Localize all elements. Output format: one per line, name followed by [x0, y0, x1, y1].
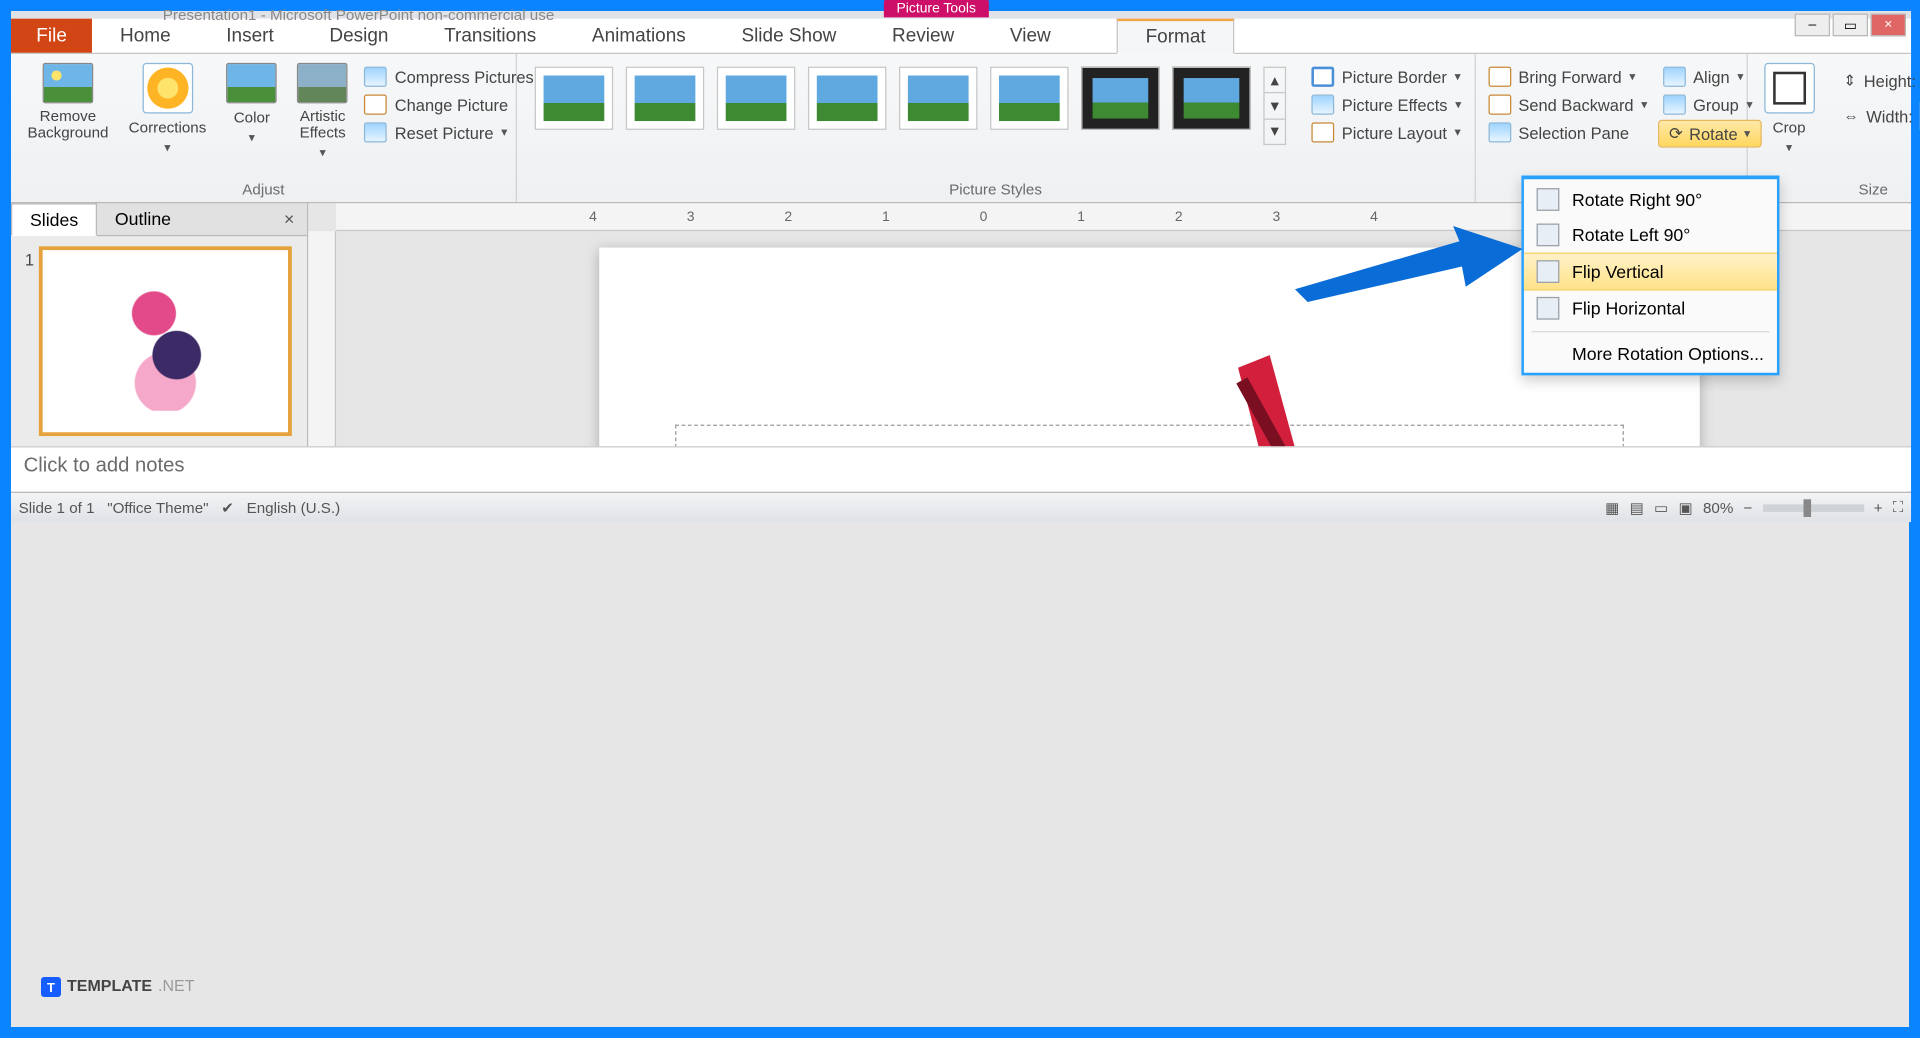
align-button[interactable]: Align▾ [1658, 64, 1762, 89]
rotate-right-90-item[interactable]: Rotate Right 90° [1524, 182, 1777, 217]
style-thumb[interactable] [899, 67, 977, 130]
more-rotation-options-item[interactable]: More Rotation Options... [1524, 337, 1777, 370]
style-thumb[interactable] [1081, 67, 1159, 130]
fit-to-window-button[interactable]: ⛶ [1893, 498, 1904, 517]
tab-insert[interactable]: Insert [198, 19, 301, 53]
view-slideshow-button[interactable]: ▣ [1679, 499, 1693, 517]
group-label-styles: Picture Styles [525, 178, 1467, 202]
flip-horizontal-item[interactable]: Flip Horizontal [1524, 291, 1777, 326]
callout-arrow [1295, 226, 1523, 302]
color-button[interactable]: Color▾ [218, 59, 286, 164]
status-theme: "Office Theme" [107, 499, 208, 517]
rotate-icon: ⟳ [1669, 124, 1683, 144]
tab-view[interactable]: View [982, 19, 1078, 53]
rotate-left-icon [1537, 224, 1560, 247]
slide-thumbnail-1[interactable]: 1 [39, 246, 292, 436]
panel-close-button[interactable]: × [271, 203, 307, 235]
gallery-down-button[interactable]: ▾ [1265, 94, 1285, 120]
thumbnail-image [108, 272, 222, 411]
selection-pane-button[interactable]: Selection Pane [1483, 120, 1653, 145]
flip-vertical-item[interactable]: Flip Vertical [1524, 253, 1777, 291]
zoom-level[interactable]: 80% [1703, 499, 1733, 517]
group-label-adjust: Adjust [19, 178, 509, 202]
vertical-ruler [308, 231, 336, 446]
tab-transitions[interactable]: Transitions [416, 19, 564, 53]
group-button[interactable]: Group▾ [1658, 92, 1762, 117]
style-thumb[interactable] [535, 67, 613, 130]
flip-horizontal-icon [1537, 297, 1560, 320]
tab-design[interactable]: Design [302, 19, 417, 53]
close-button[interactable]: × [1871, 14, 1906, 37]
window-controls: – ▭ × [1795, 14, 1906, 37]
tab-file[interactable]: File [11, 19, 92, 53]
zoom-out-button[interactable]: − [1743, 499, 1752, 517]
send-backward-button[interactable]: Send Backward▾ [1483, 92, 1653, 117]
rotate-right-icon [1537, 188, 1560, 211]
style-thumb[interactable] [1172, 67, 1250, 130]
artistic-effects-button[interactable]: Artistic Effects▾ [289, 59, 357, 164]
slides-panel: Slides Outline × 1 [11, 203, 308, 446]
menu-separator [1532, 331, 1770, 332]
tab-review[interactable]: Review [864, 19, 982, 53]
style-thumb[interactable] [626, 67, 704, 130]
flip-vertical-icon [1537, 260, 1560, 283]
style-thumb[interactable] [990, 67, 1068, 130]
rotate-button[interactable]: ⟳Rotate▾ [1658, 120, 1762, 148]
ribbon-tabs: Presentation1 - Microsoft PowerPoint non… [11, 19, 1911, 54]
bring-forward-button[interactable]: Bring Forward▾ [1483, 64, 1653, 89]
style-thumb[interactable] [717, 67, 795, 130]
view-normal-button[interactable]: ▦ [1605, 499, 1619, 517]
tab-home[interactable]: Home [92, 19, 198, 53]
contextual-tab-label: Picture Tools [884, 0, 989, 17]
rotate-left-90-item[interactable]: Rotate Left 90° [1524, 217, 1777, 252]
watermark-icon: T [41, 977, 61, 997]
watermark: T TEMPLATE.NET [41, 977, 194, 997]
compress-pictures-button[interactable]: Compress Pictures [359, 64, 538, 89]
gallery-more-button[interactable]: ▾ [1265, 119, 1285, 143]
status-slide-count: Slide 1 of 1 [19, 499, 95, 517]
change-picture-button[interactable]: Change Picture [359, 92, 538, 117]
tab-slideshow[interactable]: Slide Show [714, 19, 865, 53]
minimize-button[interactable]: – [1795, 14, 1830, 37]
picture-border-button[interactable]: Picture Border▾ [1306, 64, 1466, 89]
outline-tab[interactable]: Outline [97, 203, 189, 235]
picture-effects-button[interactable]: Picture Effects▾ [1306, 92, 1466, 117]
gallery-up-button[interactable]: ▴ [1265, 68, 1285, 94]
inserted-picture[interactable] [1017, 342, 1472, 446]
zoom-slider[interactable] [1762, 504, 1863, 512]
view-sorter-button[interactable]: ▤ [1630, 499, 1644, 517]
remove-background-button[interactable]: Remove Background [19, 59, 118, 164]
slides-tab[interactable]: Slides [11, 203, 97, 236]
reset-picture-button[interactable]: Reset Picture▾ [359, 120, 538, 145]
height-field[interactable]: ⇕Height:▴▾ [1843, 67, 1920, 95]
restore-button[interactable]: ▭ [1833, 14, 1868, 37]
tab-animations[interactable]: Animations [564, 19, 714, 53]
spellcheck-icon[interactable]: ✔ [221, 499, 234, 517]
status-bar: Slide 1 of 1 "Office Theme" ✔ English (U… [11, 492, 1911, 522]
view-reading-button[interactable]: ▭ [1654, 499, 1668, 517]
crop-button[interactable]: Crop▾ [1755, 59, 1823, 159]
picture-styles-gallery[interactable]: ▴▾▾ [525, 59, 1297, 145]
notes-pane[interactable]: Click to add notes [11, 446, 1911, 492]
rotate-menu: Rotate Right 90° Rotate Left 90° Flip Ve… [1521, 175, 1779, 375]
corrections-button[interactable]: Corrections▾ [120, 59, 215, 164]
slide-number: 1 [25, 250, 34, 269]
window-title: Presentation1 - Microsoft PowerPoint non… [163, 6, 554, 24]
width-field[interactable]: ⇔Width:▴▾ [1843, 102, 1920, 130]
style-thumb[interactable] [808, 67, 886, 130]
picture-layout-button[interactable]: Picture Layout▾ [1306, 120, 1466, 145]
status-language[interactable]: English (U.S.) [247, 499, 341, 517]
zoom-in-button[interactable]: + [1874, 499, 1883, 517]
tab-format[interactable]: Format [1116, 19, 1234, 54]
group-label-size: Size [1755, 178, 1920, 202]
